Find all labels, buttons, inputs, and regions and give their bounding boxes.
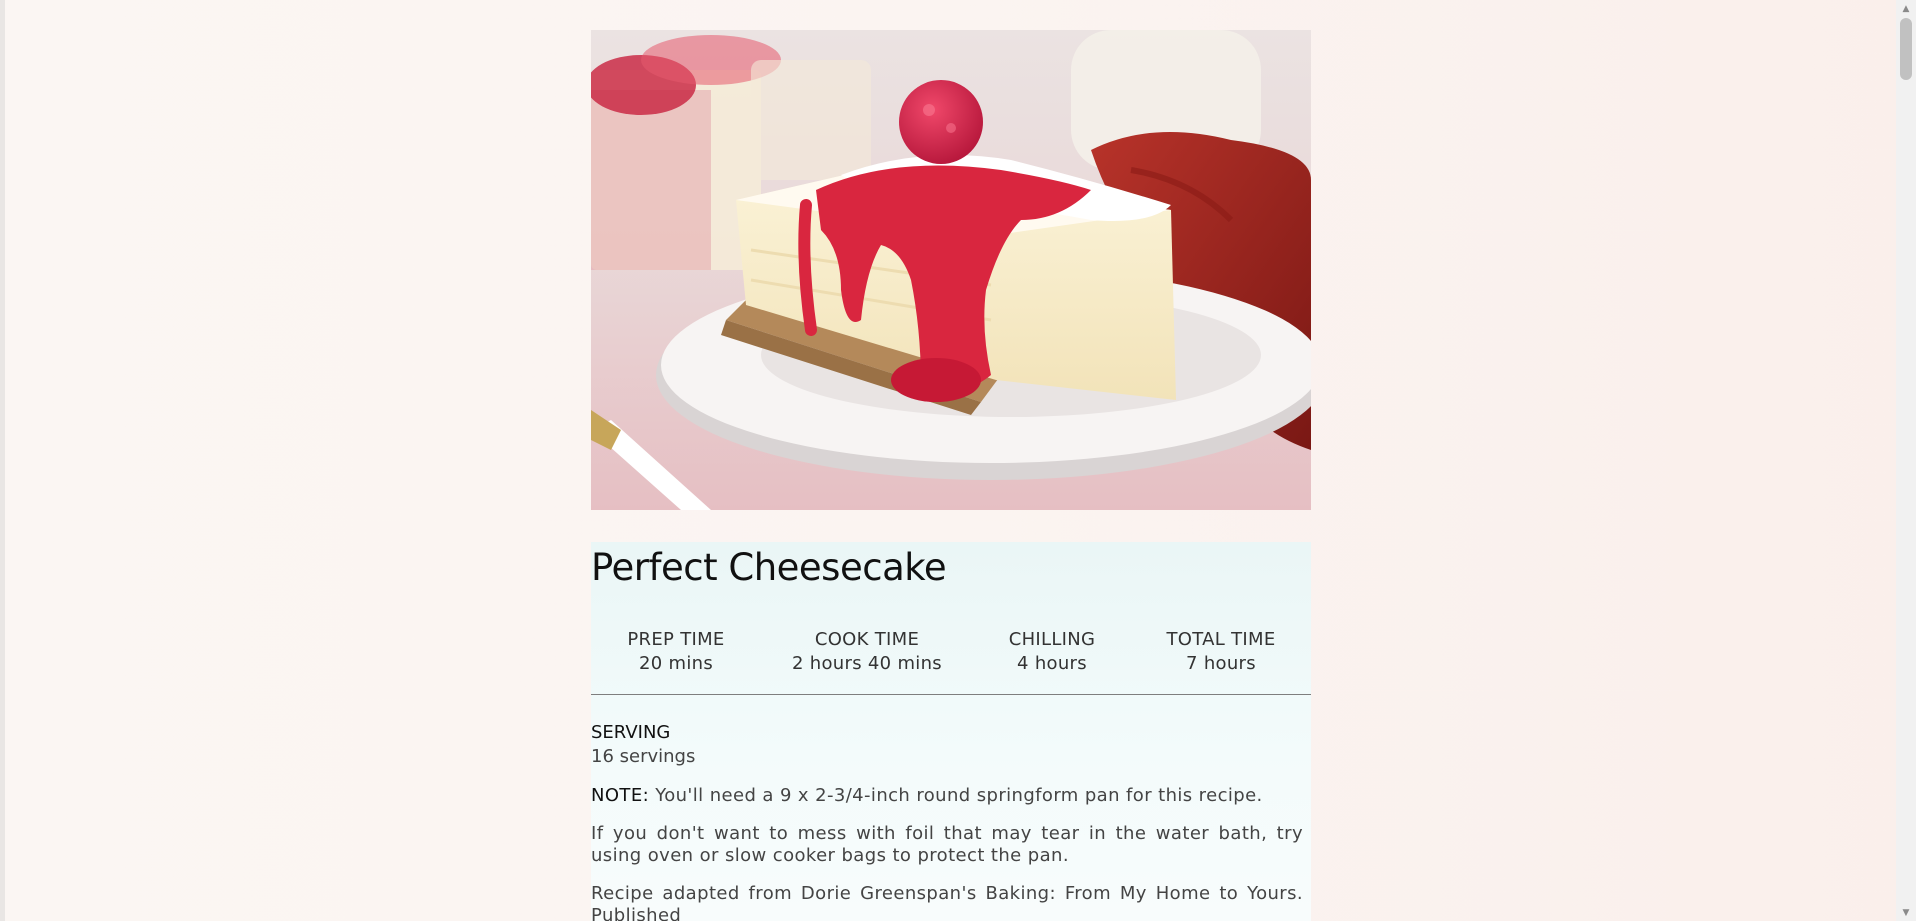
total-time: TOTAL TIME 7 hours bbox=[1131, 628, 1311, 676]
note-text: You'll need a 9 x 2-3/4-inch round sprin… bbox=[655, 785, 1263, 806]
total-time-label: TOTAL TIME bbox=[1166, 629, 1276, 650]
recipe-note: NOTE: You'll need a 9 x 2-3/4-inch round… bbox=[591, 785, 1303, 807]
triangle-down-icon[interactable]: ▼ bbox=[1896, 904, 1916, 921]
serving-label: SERVING bbox=[591, 722, 671, 743]
note-label: NOTE: bbox=[591, 785, 650, 806]
recipe-hero-image bbox=[591, 30, 1311, 510]
serving-info: SERVING 16 servings bbox=[591, 721, 1311, 769]
chilling-time: CHILLING 4 hours bbox=[973, 628, 1131, 676]
prep-time-value: 20 mins bbox=[638, 653, 714, 674]
chilling-time-value: 4 hours bbox=[1017, 653, 1087, 674]
triangle-up-icon[interactable]: ▲ bbox=[1896, 0, 1916, 17]
window-left-edge bbox=[0, 0, 5, 921]
cook-time-label: COOK TIME bbox=[814, 629, 920, 650]
cheesecake-photo bbox=[591, 30, 1311, 510]
recipe-card: Perfect Cheesecake PREP TIME 20 mins COO… bbox=[591, 542, 1311, 921]
chilling-time-label: CHILLING bbox=[1008, 629, 1096, 650]
cook-time: COOK TIME 2 hours 40 mins bbox=[761, 628, 973, 676]
total-time-value: 7 hours bbox=[1186, 653, 1256, 674]
cook-time-value: 2 hours 40 mins bbox=[792, 653, 942, 674]
serving-value: 16 servings bbox=[591, 746, 696, 767]
prep-time: PREP TIME 20 mins bbox=[591, 628, 761, 676]
recipe-title: Perfect Cheesecake bbox=[591, 546, 947, 589]
recipe-page: Perfect Cheesecake PREP TIME 20 mins COO… bbox=[591, 30, 1311, 921]
recipe-paragraph-water-bath: If you don't want to mess with foil that… bbox=[591, 823, 1303, 866]
prep-time-label: PREP TIME bbox=[627, 629, 725, 650]
recipe-times: PREP TIME 20 mins COOK TIME 2 hours 40 m… bbox=[591, 628, 1311, 695]
vertical-scrollbar[interactable]: ▲ ▼ bbox=[1896, 0, 1916, 921]
scrollbar-thumb[interactable] bbox=[1900, 18, 1912, 80]
recipe-paragraph-source: Recipe adapted from Dorie Greenspan's Ba… bbox=[591, 883, 1303, 921]
